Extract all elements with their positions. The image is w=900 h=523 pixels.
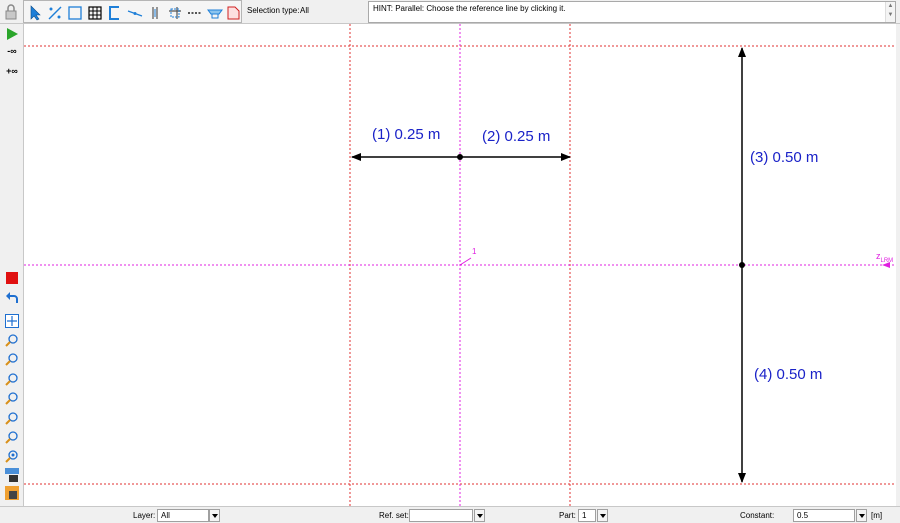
- ref-set-select[interactable]: [409, 509, 473, 522]
- zoom-realtime-icon: [5, 449, 18, 463]
- layer-select[interactable]: All: [157, 509, 209, 522]
- left-toolbar: -∞ +∞: [0, 24, 24, 506]
- axis-label-sub: LRM: [880, 257, 894, 264]
- layer-label: Layer:: [133, 511, 156, 520]
- axis-label: zLRM: [876, 251, 893, 264]
- zoom-window-button[interactable]: [2, 330, 22, 349]
- channel-section-button[interactable]: [105, 2, 125, 23]
- zoom-out-button[interactable]: [2, 369, 22, 388]
- undo-button[interactable]: [2, 288, 22, 307]
- dashed-line-button[interactable]: [185, 2, 205, 23]
- parallel-button[interactable]: [145, 2, 165, 23]
- ref-set-label: Ref. set:: [379, 511, 409, 520]
- channel-section-icon: [109, 5, 119, 20]
- hint-box: HINT: Parallel: Choose the reference lin…: [368, 1, 896, 23]
- load-view-button[interactable]: [2, 483, 22, 502]
- drawing-canvas[interactable]: (1) 0.25 m (2) 0.25 m (3) 0.50 m (4) 0.5…: [24, 24, 896, 506]
- plus-infinity-label: +∞: [6, 65, 18, 76]
- app-window: Selection type: All HINT: Parallel: Choo…: [0, 0, 900, 523]
- plus-infinity-button[interactable]: +∞: [2, 61, 22, 80]
- zoom-extent-button[interactable]: [2, 408, 22, 427]
- scroll-up-icon[interactable]: ▲: [886, 2, 895, 11]
- region-icon: [227, 6, 240, 19]
- bottom-status-bar: Layer: All Ref. set: Part: 1 Constant: 0…: [0, 506, 900, 523]
- move-icon: [5, 313, 19, 328]
- tray-section-icon: [207, 9, 223, 18]
- zoom-extent-icon: [5, 411, 18, 425]
- constant-dropdown-icon[interactable]: [856, 509, 867, 522]
- ref-set-dropdown-icon[interactable]: [474, 509, 485, 522]
- part-dropdown-icon[interactable]: [597, 509, 608, 522]
- dimension-label-4[interactable]: (4) 0.50 m: [754, 366, 822, 383]
- undo-arrow-icon: [6, 291, 18, 303]
- line-tool-icon: [127, 9, 143, 17]
- line-tool-button[interactable]: [125, 2, 145, 23]
- stop-button[interactable]: [2, 268, 22, 287]
- zoom-in-button[interactable]: [2, 349, 22, 368]
- intersect-button[interactable]: [165, 2, 185, 23]
- constant-input[interactable]: 0.5: [793, 509, 855, 522]
- zoom-previous-button[interactable]: [2, 388, 22, 407]
- cursor-arrow-icon: [30, 4, 41, 20]
- zoom-previous-icon: [5, 391, 18, 405]
- zoom-out-icon: [5, 372, 18, 386]
- hint-text: HINT: Parallel: Choose the reference lin…: [373, 4, 566, 13]
- mesh-icon: [88, 5, 102, 20]
- mesh-button[interactable]: [85, 2, 105, 23]
- load-view-icon: [5, 485, 19, 500]
- top-toolbar: Selection type: All HINT: Parallel: Choo…: [0, 0, 900, 24]
- parallel-lines-icon: [152, 6, 158, 19]
- select-arrow-button[interactable]: [25, 2, 45, 23]
- layer-dropdown-icon[interactable]: [209, 509, 220, 522]
- rectangle-select-button[interactable]: [65, 2, 85, 23]
- part-label: Part:: [559, 511, 576, 520]
- dimension-origin-point-top[interactable]: [457, 154, 463, 160]
- zoom-in-icon: [5, 352, 18, 366]
- lock-icon: [5, 3, 17, 19]
- selection-type-value[interactable]: All: [300, 6, 309, 15]
- tray-section-button[interactable]: [205, 2, 225, 23]
- constant-label: Constant:: [740, 511, 775, 520]
- play-icon: [7, 27, 18, 40]
- selection-tools-group: [23, 0, 242, 23]
- save-view-button[interactable]: [2, 465, 22, 484]
- stop-icon: [6, 271, 18, 284]
- select-nodes-button[interactable]: [45, 2, 65, 23]
- region-button[interactable]: [223, 2, 243, 23]
- minus-infinity-button[interactable]: -∞: [2, 41, 22, 60]
- node-select-icon: [48, 6, 62, 19]
- unit-label: [m]: [871, 511, 883, 520]
- save-view-icon: [5, 467, 19, 482]
- drawing-svg: [24, 24, 896, 506]
- intersect-icon: [169, 6, 181, 19]
- part-select[interactable]: 1: [578, 509, 596, 522]
- dimension-label-3[interactable]: (3) 0.50 m: [750, 149, 818, 166]
- scroll-down-icon[interactable]: ▼: [886, 11, 895, 20]
- right-edge: [896, 24, 900, 506]
- dimension-label-2[interactable]: (2) 0.25 m: [482, 128, 550, 145]
- minus-infinity-label: -∞: [7, 45, 17, 56]
- pan-button[interactable]: [2, 311, 22, 330]
- member-number-label: 1: [472, 247, 477, 256]
- dimension-label-1[interactable]: (1) 0.25 m: [372, 126, 440, 143]
- dashed-line-icon: [188, 11, 202, 14]
- dimension-origin-point-right[interactable]: [739, 262, 745, 268]
- hint-scrollbar[interactable]: ▲ ▼: [885, 2, 895, 22]
- member-tick: [459, 257, 472, 266]
- zoom-all-button[interactable]: [2, 427, 22, 446]
- zoom-all-icon: [5, 430, 18, 444]
- lock-button[interactable]: [1, 1, 21, 22]
- selection-type-label: Selection type:: [247, 6, 300, 15]
- rectangle-select-icon: [68, 5, 82, 20]
- zoom-window-icon: [5, 333, 18, 347]
- zoom-realtime-button[interactable]: [2, 446, 22, 465]
